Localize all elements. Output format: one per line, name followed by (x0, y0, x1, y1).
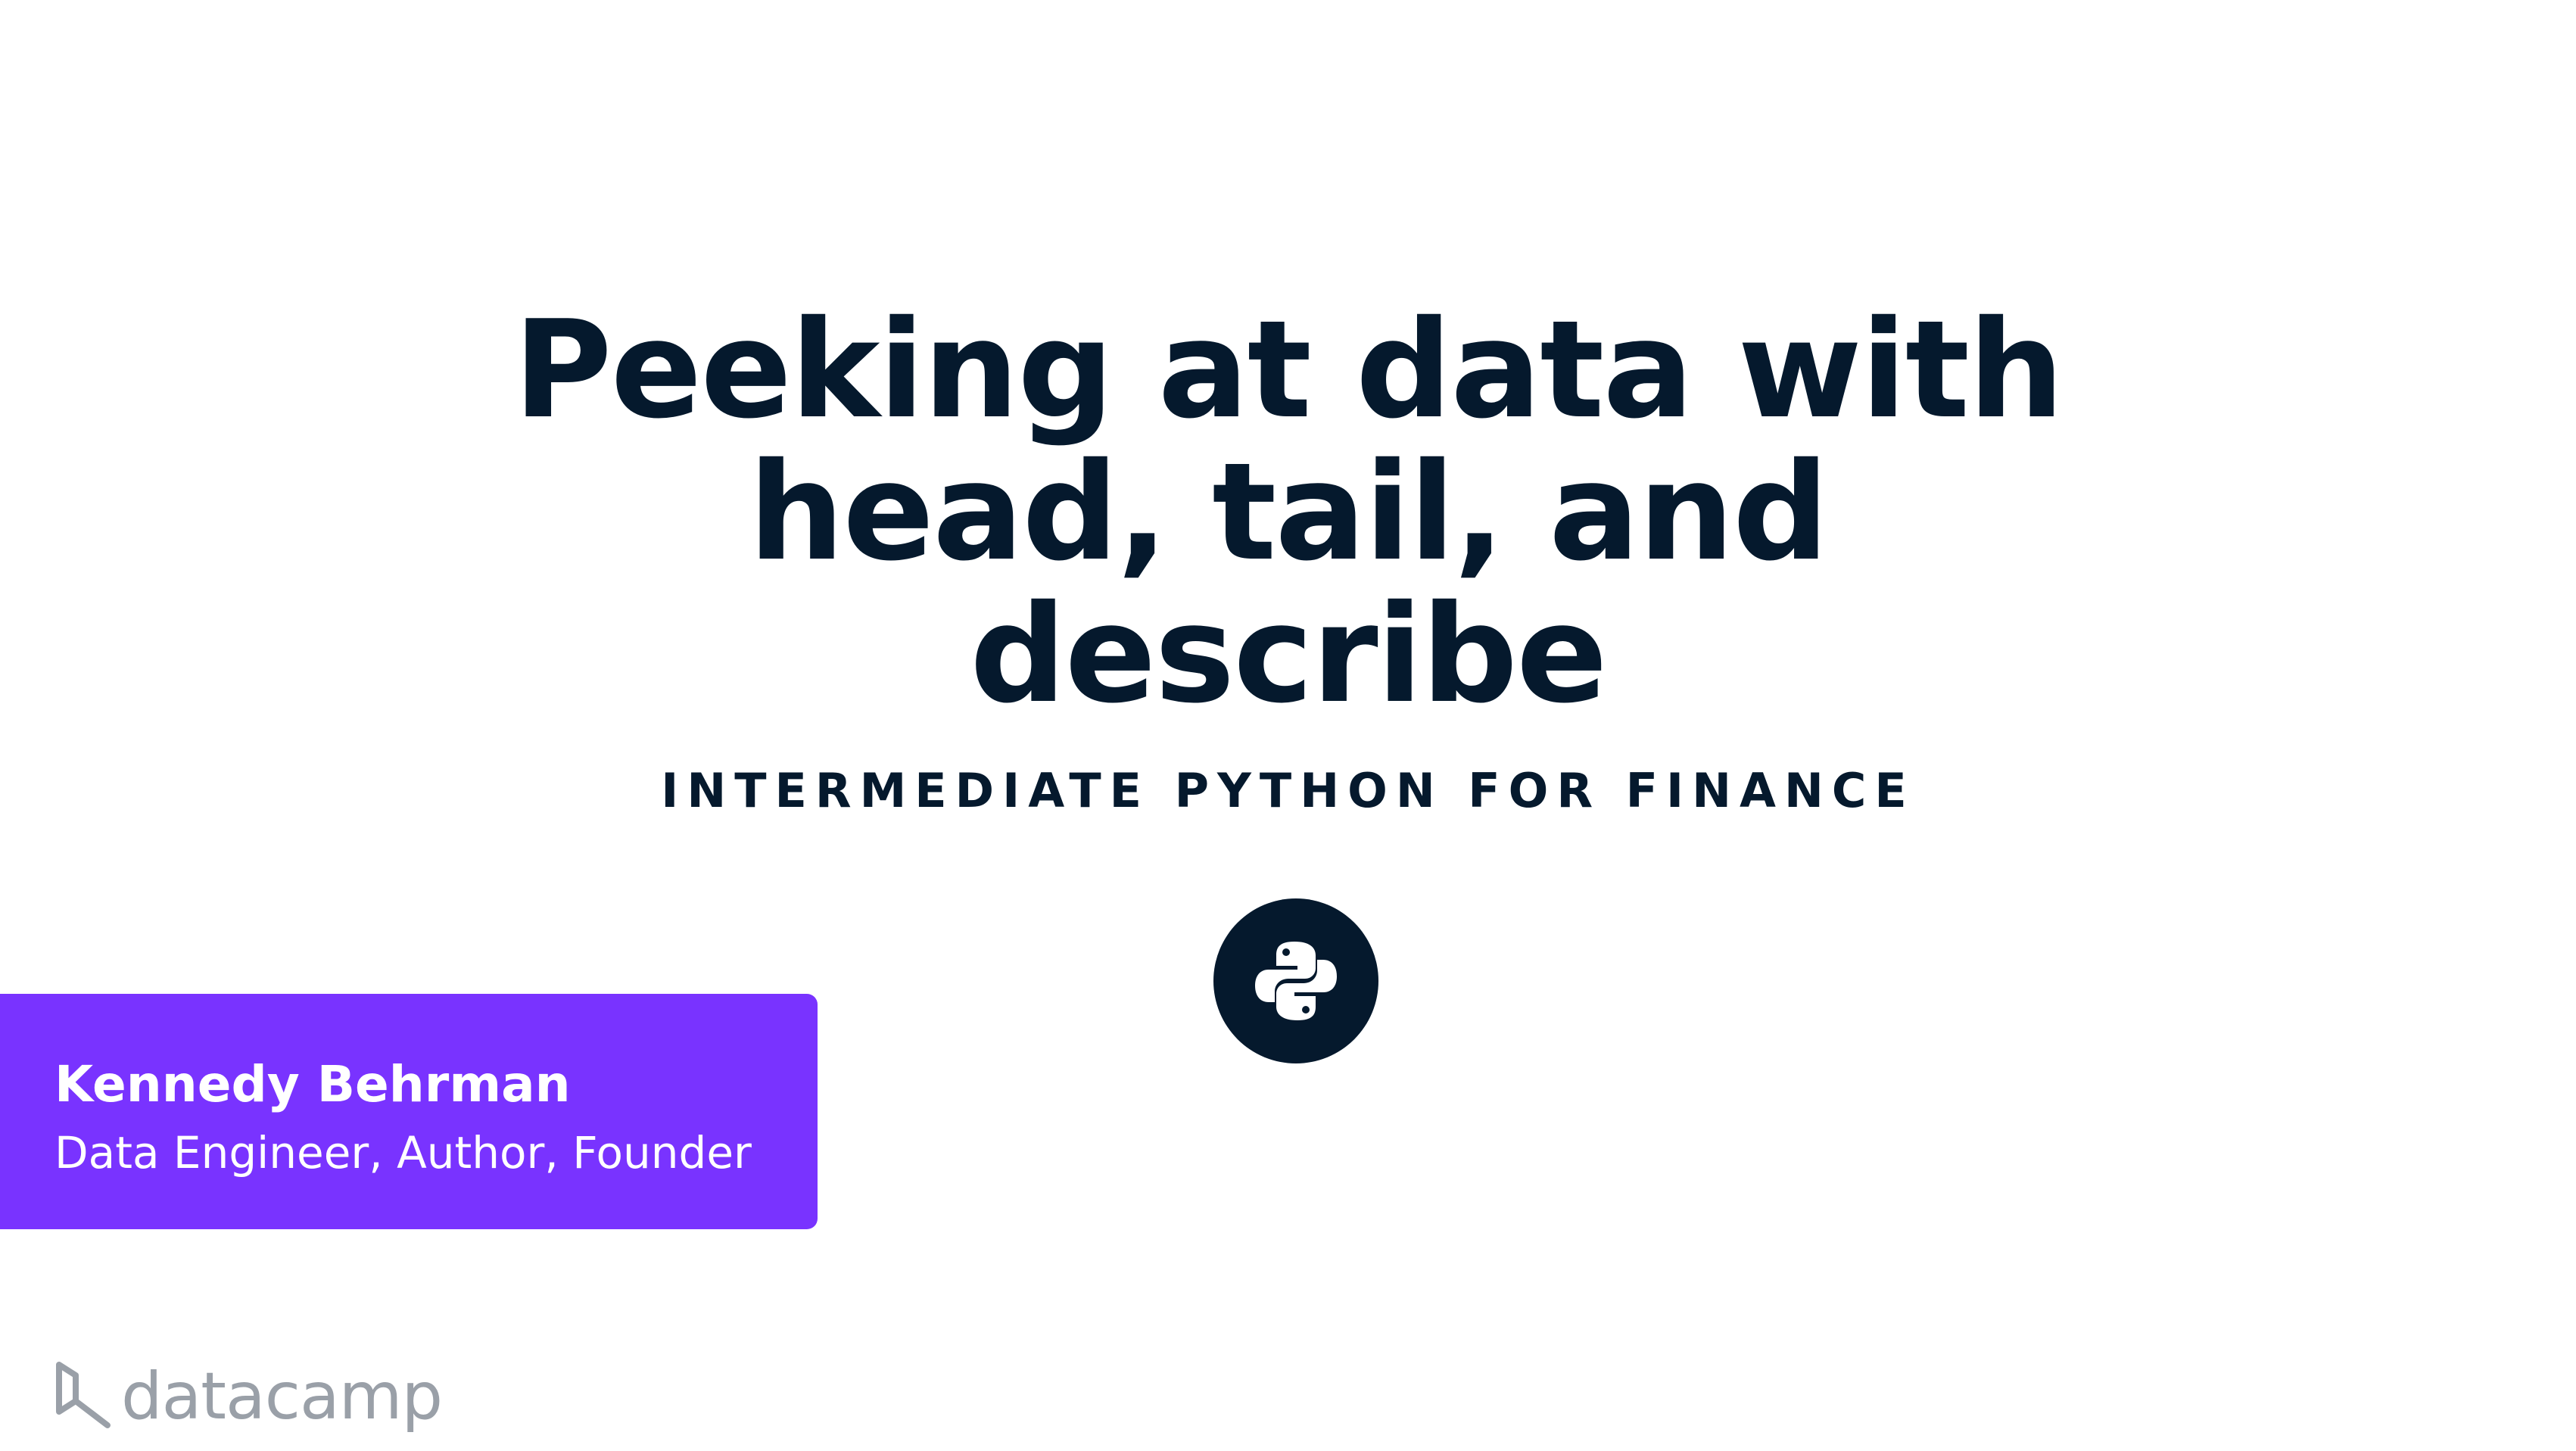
author-name: Kennedy Behrman (55, 1055, 571, 1113)
datacamp-logo-text: datacamp (121, 1359, 443, 1434)
slide-title-line-2: head, tail, and (748, 434, 1830, 590)
slide-title: Peeking at data with head, tail, and des… (0, 299, 2576, 726)
author-role: Data Engineer, Author, Founder (55, 1127, 752, 1179)
datacamp-logo-icon (56, 1362, 111, 1428)
title-slide: Peeking at data with head, tail, and des… (0, 0, 2576, 1451)
course-name: INTERMEDIATE PYTHON FOR FINANCE (661, 763, 1915, 818)
slide-title-line-3: describe (970, 576, 1608, 733)
author-card: Kennedy Behrman Data Engineer, Author, F… (0, 994, 818, 1229)
datacamp-logo: datacamp (53, 1359, 443, 1434)
slide-title-line-1: Peeking at data with (513, 291, 2064, 448)
python-badge (1213, 898, 1378, 1063)
python-icon (1255, 942, 1337, 1020)
